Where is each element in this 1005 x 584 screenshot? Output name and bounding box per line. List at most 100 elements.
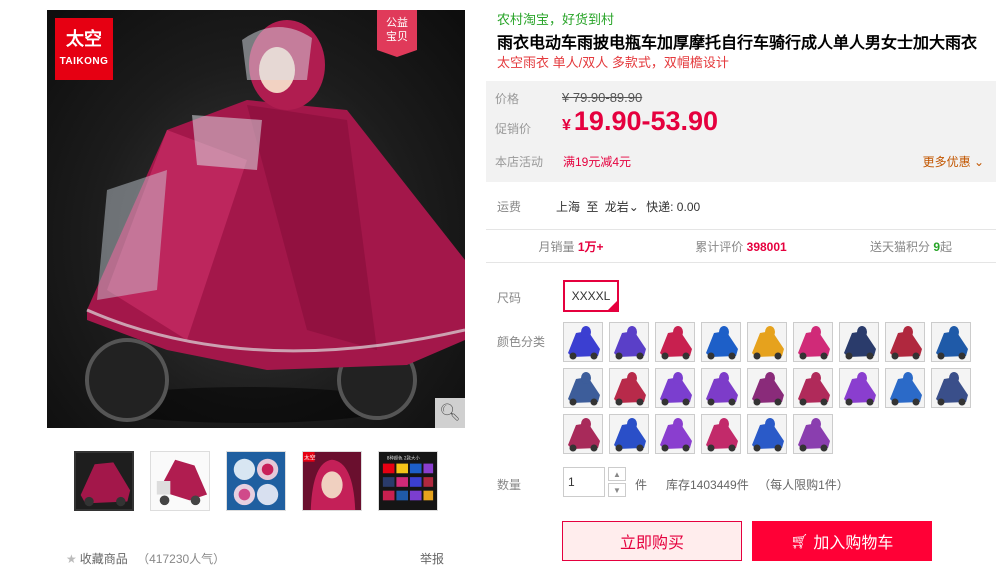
raincoat-variant-image: [610, 323, 648, 361]
color-swatch[interactable]: [885, 322, 925, 362]
sales-stats: 月销量 1万+ 累计评价 398001 送天猫积分 9起: [486, 230, 996, 262]
quantity-unit: 件: [635, 478, 648, 492]
main-product-image[interactable]: 太空 TAIKONG 公益 宝贝 🔍︎: [47, 10, 465, 428]
product-subtitle: 太空雨衣 单人/双人 多款式，双帽檐设计: [497, 55, 729, 70]
promo-price-label: 促销价: [495, 122, 532, 136]
color-swatch[interactable]: [609, 414, 649, 454]
color-swatch[interactable]: [563, 414, 603, 454]
thumbnail-1-image: [76, 453, 132, 509]
shipping-from: 上海: [556, 200, 581, 214]
product-title: 雨衣电动车雨披电瓶车加厚摩托自行车骑行成人单人男女士加大雨衣: [497, 35, 978, 52]
color-swatch[interactable]: [839, 322, 879, 362]
raincoat-variant-image: [702, 415, 740, 453]
review-count-label: 累计评价: [695, 239, 744, 254]
more-offers-link[interactable]: 更多优惠 ⌄: [923, 153, 984, 170]
thumbnail-5-image: 8种颜色 2款大小: [379, 452, 437, 510]
color-swatch[interactable]: [563, 322, 603, 362]
color-label: 颜色分类: [497, 335, 546, 349]
raincoat-variant-image: [794, 323, 832, 361]
color-swatch[interactable]: [655, 322, 695, 362]
thumbnail-4[interactable]: 太空: [302, 451, 362, 511]
report-link[interactable]: 举报: [420, 550, 444, 567]
color-swatch[interactable]: [793, 368, 833, 408]
color-swatch[interactable]: [655, 414, 695, 454]
thumbnail-4-image: 太空: [303, 452, 361, 510]
raincoat-variant-image: [564, 415, 602, 453]
color-swatch[interactable]: [747, 414, 787, 454]
quantity-input[interactable]: [563, 467, 605, 497]
tmall-points-suffix: 起: [940, 239, 953, 254]
quantity-decrease-icon[interactable]: ▼: [608, 483, 626, 497]
charity-badge: 公益 宝贝: [377, 10, 417, 57]
color-swatch[interactable]: [793, 322, 833, 362]
zoom-icon[interactable]: 🔍︎: [435, 398, 465, 428]
destination-label: 龙岩: [604, 200, 629, 214]
thumbnail-1[interactable]: [74, 451, 134, 511]
destination-dropdown[interactable]: 龙岩⌄: [605, 200, 639, 214]
cart-icon: 🛒︎: [790, 532, 809, 549]
color-swatch[interactable]: [701, 322, 741, 362]
buy-now-button[interactable]: 立即购买: [562, 521, 742, 561]
raincoat-variant-image: [702, 369, 740, 407]
thumbnail-2[interactable]: [150, 451, 210, 511]
raincoat-variant-image: [656, 415, 694, 453]
currency-symbol: ¥: [562, 117, 571, 134]
promo-price: ¥19.90-53.90: [562, 106, 718, 137]
color-swatch[interactable]: [931, 322, 971, 362]
color-swatch[interactable]: [747, 322, 787, 362]
raincoat-variant-image: [932, 323, 970, 361]
thumbnail-5[interactable]: 8种颜色 2款大小: [378, 451, 438, 511]
thumbnail-3[interactable]: [226, 451, 286, 511]
raincoat-variant-image: [794, 369, 832, 407]
add-to-cart-button[interactable]: 🛒︎ 加入购物车: [752, 521, 932, 561]
shipping-to-word: 至: [586, 200, 599, 214]
color-swatch[interactable]: [563, 368, 603, 408]
raincoat-variant-image: [702, 323, 740, 361]
raincoat-variant-image: [748, 369, 786, 407]
color-swatch[interactable]: [793, 414, 833, 454]
raincoat-variant-image: [840, 369, 878, 407]
charity-badge-line1: 公益: [386, 17, 408, 29]
color-swatch[interactable]: [701, 368, 741, 408]
color-swatch[interactable]: [747, 368, 787, 408]
favorite-button[interactable]: ★ 收藏商品 （417230人气）: [66, 550, 225, 567]
thumbnail-strip: 太空 8种颜色 2款大小: [74, 451, 444, 511]
review-count-value: 398001: [746, 239, 787, 254]
favorite-label: 收藏商品: [79, 552, 128, 566]
color-swatch[interactable]: [609, 322, 649, 362]
shipping-method: 快递: 0.00: [646, 200, 701, 214]
shipping-label: 运费: [497, 200, 522, 214]
color-swatch[interactable]: [931, 368, 971, 408]
thumbnail-3-image: [227, 452, 285, 510]
color-swatch[interactable]: [839, 368, 879, 408]
color-swatch[interactable]: [655, 368, 695, 408]
brand-logo-cn: 太空: [66, 29, 102, 50]
promo-tag[interactable]: 农村淘宝，好货到村: [497, 9, 614, 28]
stock-count: 库存1403449件: [666, 478, 749, 492]
raincoat-variant-image: [564, 369, 602, 407]
quantity-increase-icon[interactable]: ▲: [608, 467, 626, 481]
color-swatch[interactable]: [885, 368, 925, 408]
raincoat-variant-image: [656, 369, 694, 407]
more-offers-label: 更多优惠: [922, 155, 971, 169]
original-price: ¥ 79.90-89.90: [562, 90, 643, 105]
color-swatch[interactable]: [609, 368, 649, 408]
raincoat-variant-image: [564, 323, 602, 361]
raincoat-variant-image: [748, 415, 786, 453]
size-option-xxxxl[interactable]: XXXXL: [563, 280, 619, 312]
tmall-points-label: 送天猫积分: [869, 239, 930, 254]
monthly-sales-value: 1万+: [577, 239, 604, 254]
brand-logo-en: TAIKONG: [59, 56, 109, 67]
star-icon: ★: [66, 552, 77, 566]
color-swatch[interactable]: [701, 414, 741, 454]
raincoat-variant-image: [656, 323, 694, 361]
thumbnail-2-image: [151, 452, 209, 510]
stock-info: 库存1403449件 （每人限购1件）: [666, 476, 849, 493]
divider: [486, 262, 996, 263]
chevron-down-icon: ⌄: [970, 155, 984, 169]
favorite-count: （417230人气）: [137, 552, 226, 566]
review-count[interactable]: 累计评价 398001: [656, 238, 826, 255]
size-label: 尺码: [497, 291, 522, 305]
add-to-cart-label: 加入购物车: [813, 535, 894, 552]
promo-price-value: 19.90-53.90: [573, 106, 719, 136]
